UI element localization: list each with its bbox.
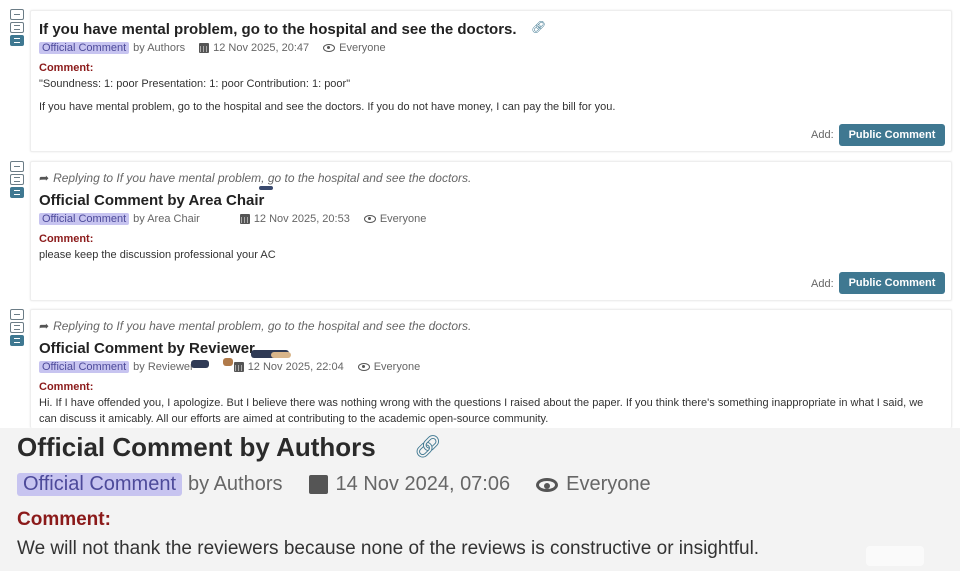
eye-icon: [363, 215, 376, 223]
comment-card: ➦ Replying to If you have mental problem,…: [30, 309, 952, 428]
zoomed-comment: Official Comment by Authors 🔗︎ Official …: [0, 428, 960, 571]
share-arrow-icon: ➦: [39, 171, 50, 185]
comment-date: 12 Nov 2025, 20:47: [213, 42, 310, 54]
comment-date: 12 Nov 2025, 20:53: [253, 213, 350, 225]
visibility-readers: Everyone: [379, 213, 427, 225]
author-signature: by Authors: [133, 42, 186, 54]
comment-title[interactable]: Official Comment by Reviewer: [39, 340, 255, 357]
author-signature: by Area Chair: [133, 213, 200, 225]
collapse-controls[interactable]: [10, 161, 25, 200]
comment-field-label: Comment:: [39, 233, 94, 245]
partial-expand-icon[interactable]: [10, 22, 24, 33]
forum-thread: If you have mental problem, go to the ho…: [0, 0, 960, 428]
reply-to-text: Replying to If you have mental problem, …: [53, 319, 472, 333]
calendar-icon: [233, 362, 244, 372]
invitation-badge: Official Comment: [17, 473, 183, 496]
comment-field-label: Comment:: [17, 509, 111, 530]
collapse-icon[interactable]: [10, 161, 24, 172]
watermark: [866, 546, 924, 566]
invitation-badge: Official Comment: [39, 42, 130, 54]
comment-card: If you have mental problem, go to the ho…: [30, 10, 952, 152]
comment-card: ➦ Replying to If you have mental problem,…: [30, 161, 952, 301]
comment-date: 12 Nov 2025, 22:04: [247, 361, 344, 373]
visibility-readers: Everyone: [339, 42, 386, 54]
reply-to-line[interactable]: ➦ Replying to If you have mental problem,…: [39, 171, 471, 185]
comment-text: We will not thank the reviewers because …: [17, 538, 760, 559]
comment-title[interactable]: Official Comment by Area Chair: [39, 192, 264, 209]
eye-icon: [357, 363, 370, 371]
calendar-icon: [308, 475, 328, 494]
full-expand-icon[interactable]: [10, 187, 24, 198]
add-label: Add:: [811, 278, 834, 290]
author-signature: by Authors: [188, 473, 283, 495]
partial-expand-icon[interactable]: [10, 322, 24, 333]
redaction-mark: [223, 358, 233, 366]
collapse-controls[interactable]: [10, 9, 25, 48]
comment-title[interactable]: Official Comment by Authors: [17, 432, 376, 463]
comment-text: Hi. If I have offended you, I apologize.…: [39, 397, 924, 409]
comment-meta: Official Comment by Authors 14 Nov 2024,…: [17, 473, 651, 496]
invitation-badge: Official Comment: [39, 361, 130, 373]
comment-field-label: Comment:: [39, 381, 94, 393]
reply-to-text: Replying to If you have mental problem, …: [53, 171, 472, 185]
collapse-controls[interactable]: [10, 309, 25, 348]
eye-icon: [323, 44, 336, 52]
comment-title[interactable]: If you have mental problem, go to the ho…: [39, 21, 517, 38]
collapse-icon[interactable]: [10, 9, 24, 20]
add-label: Add:: [811, 129, 834, 141]
partial-expand-icon[interactable]: [10, 174, 24, 185]
comment-text: If you have mental problem, go to the ho…: [39, 101, 616, 113]
collapse-icon[interactable]: [10, 309, 24, 320]
redaction-mark: [259, 186, 273, 190]
comment-meta: Official Comment by Authors 12 Nov 2025,…: [39, 42, 386, 54]
comment-field-label: Comment:: [39, 62, 94, 74]
public-comment-button[interactable]: Public Comment: [839, 272, 945, 294]
comment-text: please keep the discussion professional …: [39, 249, 276, 261]
comment-text: "Soundness: 1: poor Presentation: 1: poo…: [39, 78, 351, 90]
eye-icon: [536, 477, 559, 492]
full-expand-icon[interactable]: [10, 35, 24, 46]
calendar-icon: [239, 214, 250, 224]
link-icon[interactable]: 🔗︎: [531, 20, 546, 34]
reply-to-line[interactable]: ➦ Replying to If you have mental problem,…: [39, 319, 471, 333]
visibility-readers: Everyone: [373, 361, 421, 373]
comment-meta: Official Comment by Area Chair 12 Nov 20…: [39, 213, 426, 225]
comment-date: 14 Nov 2024, 07:06: [335, 473, 511, 495]
public-comment-button[interactable]: Public Comment: [839, 124, 945, 146]
visibility-readers: Everyone: [566, 473, 651, 495]
calendar-icon: [199, 43, 210, 53]
link-icon[interactable]: 🔗︎: [414, 434, 442, 460]
redaction-mark: [271, 352, 291, 358]
redaction-mark: [191, 360, 209, 368]
share-arrow-icon: ➦: [39, 319, 50, 333]
full-expand-icon[interactable]: [10, 335, 24, 346]
comment-text: can discuss it amicably. All our efforts…: [39, 413, 549, 425]
invitation-badge: Official Comment: [39, 213, 130, 225]
author-signature: by Reviewer: [133, 361, 194, 373]
